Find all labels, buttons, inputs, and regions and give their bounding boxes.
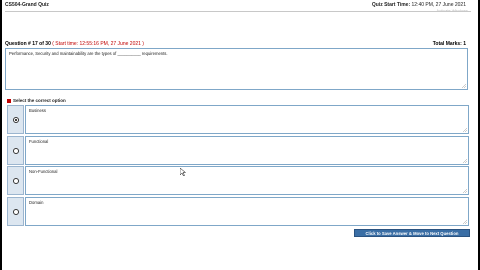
option-label: Business [29, 108, 46, 113]
question-text: Performance, Security and maintainabilit… [9, 51, 168, 56]
radio-button-selected[interactable] [13, 117, 19, 123]
select-option-text: Select the correct option [13, 98, 66, 103]
total-marks: Total Marks: 1 [432, 41, 466, 47]
radio-button[interactable] [13, 209, 19, 215]
option-label: Domain [29, 200, 44, 205]
quiz-page: CS504-Grand Quiz Quiz Start Time: 12:40 … [2, 0, 478, 270]
option-row[interactable]: Domain [7, 197, 469, 226]
option-text-box[interactable]: Functional [25, 136, 469, 165]
option-radio-cell[interactable] [7, 197, 24, 226]
header-divider [5, 11, 471, 12]
quiz-title: CS504-Grand Quiz [5, 2, 49, 8]
question-header: Question # 17 of 30 ( Start time: 12:55:… [5, 41, 144, 47]
radio-button[interactable] [13, 148, 19, 154]
option-text-box[interactable]: Domain [25, 197, 469, 226]
option-row[interactable]: Functional [7, 136, 469, 165]
resize-grip-icon[interactable] [463, 159, 467, 163]
quiz-start-label: Quiz Start Time: [371, 2, 411, 8]
flag-icon [7, 98, 11, 103]
question-number: Question # 17 of 30 [5, 41, 51, 47]
resize-grip-icon[interactable] [463, 220, 467, 224]
save-and-next-button[interactable]: Click to Save Answer & Move to Next Ques… [354, 229, 470, 237]
option-radio-cell[interactable] [7, 166, 24, 195]
resize-grip-icon[interactable] [463, 128, 467, 132]
option-radio-cell[interactable] [7, 136, 24, 165]
question-start-time: ( Start time: 12:55:16 PM, 27 June 2021 … [52, 41, 144, 47]
resize-grip-icon[interactable] [463, 189, 467, 193]
option-label: Non-Functional [29, 169, 58, 174]
option-radio-cell[interactable] [7, 105, 24, 134]
option-row[interactable]: Non-Functional [7, 166, 469, 195]
option-text-box[interactable]: Non-Functional [25, 166, 469, 195]
select-option-prompt: Select the correct option [7, 98, 66, 103]
question-text-box[interactable]: Performance, Security and maintainabilit… [5, 48, 468, 90]
radio-button[interactable] [13, 178, 19, 184]
option-row[interactable]: Business [7, 105, 469, 134]
mouse-pointer-icon [180, 168, 186, 176]
option-text-box[interactable]: Business [25, 105, 469, 134]
resize-grip-icon[interactable] [462, 84, 466, 88]
option-label: Functional [29, 139, 49, 144]
